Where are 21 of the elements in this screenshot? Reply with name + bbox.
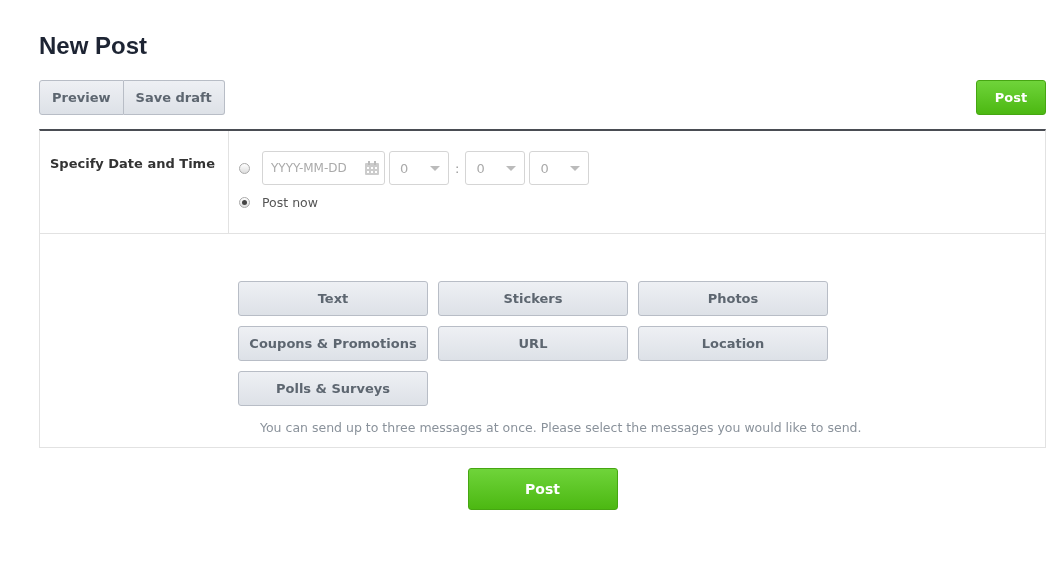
time-separator: :	[454, 160, 461, 176]
second-select[interactable]: 0	[529, 151, 590, 185]
calendar-icon	[364, 160, 380, 176]
radio-label: Post now	[262, 195, 318, 210]
field-label: Specify Date and Time	[50, 156, 215, 171]
message-type-button[interactable]: Text	[238, 281, 428, 316]
page-title: New Post	[39, 32, 149, 60]
toolbar-button[interactable]: Preview	[39, 80, 124, 115]
message-type-button[interactable]: Stickers	[438, 281, 628, 316]
minute-select[interactable]: 0	[465, 151, 526, 185]
radio-button[interactable]	[239, 162, 250, 174]
message-type-button[interactable]: Coupons & Promotions	[238, 326, 428, 361]
radio-button[interactable]	[239, 197, 250, 208]
hour-select[interactable]: 0	[389, 151, 449, 185]
date-field[interactable]: YYYY-MM-DD	[262, 151, 385, 185]
message-type-button[interactable]: Location	[638, 326, 828, 361]
message-type-button[interactable]: URL	[438, 326, 628, 361]
message-type-button[interactable]: Photos	[638, 281, 828, 316]
hint-text: You can send up to three messages at once. Please select the messages you would like to send.	[260, 420, 863, 435]
message-type-button[interactable]: Polls & Surveys	[238, 371, 428, 406]
toolbar-button[interactable]: Save draft	[123, 80, 225, 115]
